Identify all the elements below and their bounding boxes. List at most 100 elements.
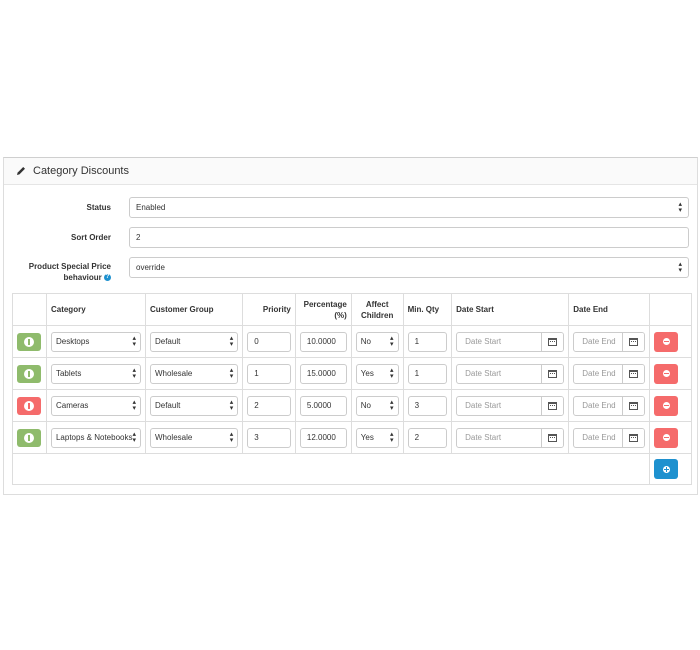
calendar-icon <box>629 433 639 442</box>
min-qty-cell: 1 <box>402 325 453 358</box>
priority-cell: 1 <box>242 357 296 390</box>
status-label: Status <box>86 203 111 212</box>
percentage-input[interactable]: 12.0000 <box>299 427 347 448</box>
affect-children-cell: Yes ▴ ▾ <box>350 421 404 454</box>
table-row: Tablets ▴ ▾ Wholesale ▴ ▾ 1 15.0000 Yes ▴ ▾… <box>12 357 692 390</box>
date-start-calendar-button[interactable] <box>541 332 564 351</box>
min-qty-cell: 2 <box>402 421 453 454</box>
date-end-calendar-button[interactable] <box>622 396 645 415</box>
date-start-input[interactable]: Date Start <box>456 427 565 448</box>
remove-cell <box>649 325 692 358</box>
category-select[interactable]: Laptops & Notebooks ▴ ▾ <box>50 427 141 448</box>
calendar-icon <box>548 401 558 410</box>
min-qty-input[interactable]: 1 <box>407 331 448 352</box>
category-select[interactable]: Cameras ▴ ▾ <box>50 395 141 416</box>
status-cell <box>12 421 47 454</box>
table-row: Cameras ▴ ▾ Default ▴ ▾ 2 5.0000 No ▴ ▾ 3 <box>12 389 692 422</box>
select-arrows-icon: ▴ ▾ <box>390 366 394 380</box>
status-toggle-button[interactable] <box>17 396 41 415</box>
select-arrows-icon: ▴ ▾ <box>132 398 136 412</box>
status-toggle-button[interactable] <box>17 428 41 447</box>
special-price-label-line2: behaviour <box>63 273 102 282</box>
date-start-calendar-button[interactable] <box>541 396 564 415</box>
priority-input[interactable]: 0 <box>247 331 291 352</box>
header-min-qty: Min. Qty <box>402 293 453 326</box>
category-select[interactable]: Desktops ▴ ▾ <box>50 331 141 352</box>
date-start-calendar-button[interactable] <box>541 364 564 383</box>
customer-group-cell: Default ▴ ▾ <box>144 389 244 422</box>
percentage-input[interactable]: 5.0000 <box>299 395 347 416</box>
affect-children-value: No <box>360 401 372 410</box>
date-end-input[interactable]: Date End <box>573 363 646 384</box>
priority-cell: 0 <box>242 325 296 358</box>
priority-input[interactable]: 1 <box>247 363 291 384</box>
category-cell: Cameras ▴ ▾ <box>45 389 146 422</box>
category-select[interactable]: Tablets ▴ ▾ <box>50 363 141 384</box>
remove-discount-button[interactable] <box>654 331 679 352</box>
table-footer-row <box>11 453 692 485</box>
header-percentage-line1: Percentage <box>303 299 347 309</box>
header-affect-children: Affect Children <box>350 293 404 326</box>
pencil-icon <box>17 167 25 175</box>
table-header-row: Category Customer Group Priority Percent… <box>12 293 692 326</box>
date-start-placeholder: Date Start <box>465 369 502 378</box>
date-end-input[interactable]: Date End <box>573 331 646 352</box>
status-select[interactable]: Enabled ▴ ▾ <box>129 197 689 218</box>
date-start-input[interactable]: Date Start <box>456 395 565 416</box>
category-cell: Tablets ▴ ▾ <box>45 357 146 390</box>
priority-input[interactable]: 2 <box>247 395 291 416</box>
percentage-input[interactable]: 15.0000 <box>299 363 347 384</box>
info-icon <box>24 432 34 443</box>
date-end-input[interactable]: Date End <box>573 395 646 416</box>
table-row: Desktops ▴ ▾ Default ▴ ▾ 0 10.0000 No ▴ ▾ 1 <box>12 325 692 358</box>
sort-order-value: 2 <box>136 233 141 242</box>
customer-group-select[interactable]: Default ▴ ▾ <box>149 331 239 352</box>
customer-group-select[interactable]: Default ▴ ▾ <box>149 395 239 416</box>
percentage-input[interactable]: 10.0000 <box>299 331 347 352</box>
date-start-input[interactable]: Date Start <box>456 331 565 352</box>
affect-children-select[interactable]: Yes ▴ ▾ <box>355 363 399 384</box>
discounts-table: Category Customer Group Priority Percent… <box>11 293 692 485</box>
min-qty-input[interactable]: 2 <box>407 427 448 448</box>
min-qty-value: 2 <box>414 433 420 442</box>
date-start-input[interactable]: Date Start <box>456 363 565 384</box>
affect-children-select[interactable]: No ▴ ▾ <box>355 395 399 416</box>
remove-discount-button[interactable] <box>654 363 679 384</box>
date-end-calendar-button[interactable] <box>622 332 645 351</box>
date-start-calendar-button[interactable] <box>541 428 564 447</box>
priority-value: 0 <box>254 337 259 346</box>
date-end-cell: Date End <box>568 389 651 422</box>
remove-discount-button[interactable] <box>654 427 679 448</box>
help-icon[interactable]: ? <box>104 274 111 282</box>
priority-value: 2 <box>254 401 259 410</box>
affect-children-select[interactable]: Yes ▴ ▾ <box>355 427 399 448</box>
category-value: Laptops & Notebooks <box>55 433 133 442</box>
priority-cell: 3 <box>242 421 296 454</box>
affect-children-cell: No ▴ ▾ <box>350 389 404 422</box>
header-category: Category <box>45 293 146 326</box>
status-toggle-button[interactable] <box>17 364 41 383</box>
status-toggle-button[interactable] <box>17 332 41 351</box>
date-end-calendar-button[interactable] <box>622 428 645 447</box>
customer-group-cell: Wholesale ▴ ▾ <box>144 357 244 390</box>
priority-input[interactable]: 3 <box>247 427 291 448</box>
date-end-calendar-button[interactable] <box>622 364 645 383</box>
min-qty-cell: 3 <box>402 389 453 422</box>
add-discount-button[interactable] <box>654 459 679 479</box>
status-select-value: Enabled <box>136 203 166 212</box>
remove-discount-button[interactable] <box>654 395 679 416</box>
minus-circle-icon <box>662 338 670 345</box>
priority-cell: 2 <box>242 389 296 422</box>
header-date-start: Date Start <box>451 293 570 326</box>
special-price-select-value: override <box>136 263 165 272</box>
customer-group-cell: Default ▴ ▾ <box>144 325 244 358</box>
customer-group-select[interactable]: Wholesale ▴ ▾ <box>149 363 239 384</box>
min-qty-input[interactable]: 1 <box>407 363 448 384</box>
sort-order-input[interactable]: 2 <box>129 227 689 248</box>
special-price-select[interactable]: override ▴ ▾ <box>129 257 689 278</box>
min-qty-input[interactable]: 3 <box>407 395 448 416</box>
affect-children-select[interactable]: No ▴ ▾ <box>355 331 399 352</box>
customer-group-value: Default <box>154 337 181 346</box>
customer-group-select[interactable]: Wholesale ▴ ▾ <box>149 427 239 448</box>
date-end-input[interactable]: Date End <box>573 427 646 448</box>
